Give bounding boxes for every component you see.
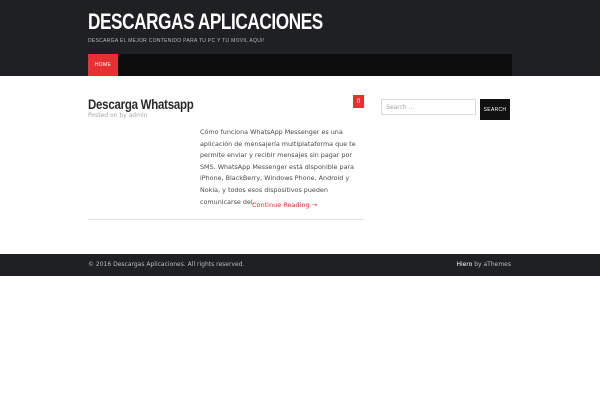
post-divider bbox=[88, 219, 364, 220]
footer-copyright: © 2016 Descargas Aplicaciones. All right… bbox=[88, 261, 245, 268]
post-title[interactable]: Descarga Whatsapp bbox=[88, 96, 194, 112]
continue-reading-link[interactable]: Continue Reading → bbox=[252, 201, 317, 209]
site-tagline: DESCARGA EL MEJOR CONTENIDO PARA TU PC Y… bbox=[88, 38, 265, 44]
comment-count-badge[interactable]: 0 bbox=[353, 95, 364, 108]
site-header: DESCARGAS APLICACIONES DESCARGA EL MEJOR… bbox=[0, 0, 600, 76]
site-title[interactable]: DESCARGAS APLICACIONES bbox=[88, 9, 323, 35]
site-footer: © 2016 Descargas Aplicaciones. All right… bbox=[0, 254, 600, 276]
theme-link[interactable]: Hiero bbox=[456, 261, 472, 268]
post-meta: Posted on by admin bbox=[88, 112, 148, 119]
main-navigation: HOME bbox=[88, 54, 512, 76]
search-button[interactable]: SEARCH bbox=[480, 99, 510, 120]
search-input[interactable] bbox=[381, 99, 476, 115]
post-excerpt: Cómo funciona WhatsApp Messenger es una … bbox=[200, 128, 356, 206]
footer-credit: Hiero by aThemes bbox=[456, 261, 511, 268]
nav-item-home[interactable]: HOME bbox=[88, 54, 118, 76]
footer-credit-suffix: by aThemes bbox=[472, 261, 511, 268]
